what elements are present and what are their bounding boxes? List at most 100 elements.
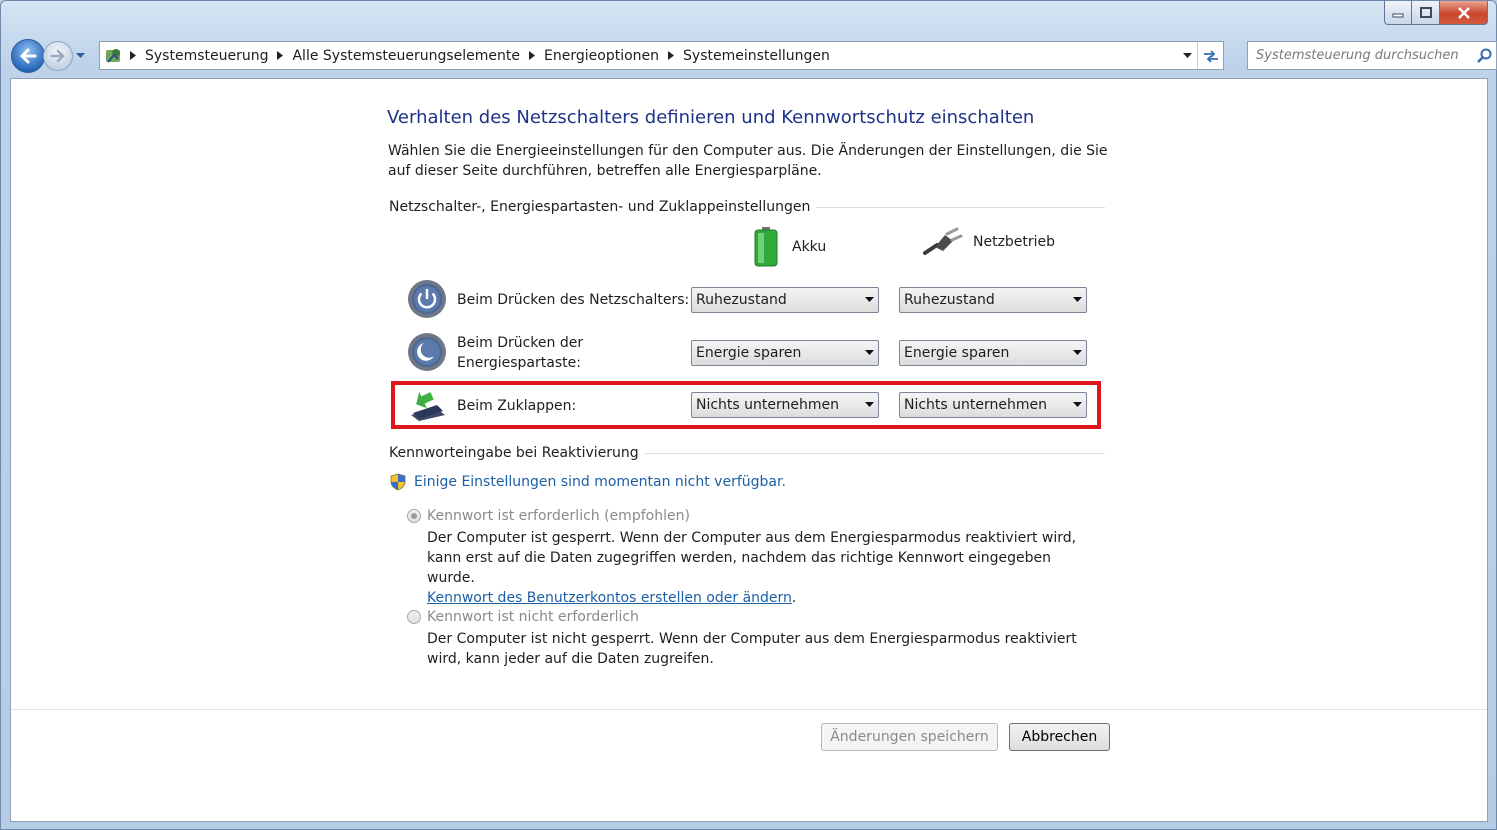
- chevron-right-icon: [277, 51, 284, 60]
- select-arrow: [860, 402, 878, 408]
- radio-selected-dot: [411, 513, 417, 519]
- address-bar[interactable]: Systemsteuerung Alle Systemsteuerungsele…: [99, 41, 1224, 70]
- lid-close-label: Beim Zuklappen:: [457, 398, 577, 414]
- back-button[interactable]: [11, 39, 45, 73]
- select-value: Energie sparen: [904, 345, 1010, 361]
- column-header-ac: Netzbetrieb: [923, 227, 1055, 257]
- chevron-right-icon: [529, 51, 536, 60]
- breadcrumb-alle-elemente[interactable]: Alle Systemsteuerungselemente: [289, 48, 523, 64]
- chevron-down-icon: [864, 402, 874, 407]
- breadcrumb-separator[interactable]: [124, 51, 142, 60]
- chevron-down-icon: [1182, 52, 1192, 58]
- select-arrow: [1068, 297, 1086, 303]
- recent-pages-dropdown[interactable]: [73, 53, 87, 59]
- battery-icon: [754, 227, 778, 267]
- section-divider: [644, 452, 1105, 454]
- select-arrow: [1068, 402, 1086, 408]
- unavailable-settings-text[interactable]: Einige Einstellungen sind momentan nicht…: [414, 474, 786, 490]
- section-heading-password: Kennworteingabe bei Reaktivierung: [389, 445, 1105, 461]
- power-button-icon: [408, 280, 446, 318]
- uac-shield-icon: [390, 473, 406, 491]
- chevron-down-icon: [864, 350, 874, 355]
- search-icon: [1477, 48, 1492, 63]
- section-heading-text: Netzschalter-, Energiespartasten- und Zu…: [389, 199, 811, 215]
- column-battery-label: Akku: [792, 239, 827, 255]
- chevron-down-icon: [864, 297, 874, 302]
- breadcrumb-energieoptionen[interactable]: Energieoptionen: [541, 48, 662, 64]
- password-not-required-option[interactable]: Kennwort ist nicht erforderlich: [407, 609, 639, 625]
- lid-close-battery-select[interactable]: Nichts unternehmen: [691, 392, 879, 418]
- section-heading-buttons: Netzschalter-, Energiespartasten- und Zu…: [389, 199, 1105, 215]
- section-heading-text: Kennworteingabe bei Reaktivierung: [389, 445, 639, 461]
- maximize-button[interactable]: [1412, 1, 1440, 25]
- chevron-down-icon: [1072, 297, 1082, 302]
- password-required-description: Der Computer ist gesperrt. Wenn der Comp…: [427, 528, 1087, 608]
- column-header-battery: Akku: [752, 227, 826, 267]
- power-button-ac-select[interactable]: Ruhezustand: [899, 287, 1087, 313]
- page-title: Verhalten des Netzschalters definieren u…: [387, 107, 1035, 128]
- maximize-icon: [1419, 7, 1432, 18]
- cancel-button[interactable]: Abbrechen: [1009, 723, 1110, 751]
- section-divider: [816, 206, 1105, 208]
- search-button[interactable]: [1472, 48, 1496, 64]
- close-button[interactable]: [1440, 1, 1488, 25]
- password-not-required-label: Kennwort ist nicht erforderlich: [427, 609, 639, 625]
- link-period: .: [791, 590, 797, 606]
- minimize-icon: [1392, 13, 1404, 17]
- account-password-link[interactable]: Kennwort des Benutzerkontos erstellen od…: [427, 590, 792, 606]
- sleep-button-ac-select[interactable]: Energie sparen: [899, 340, 1087, 366]
- select-value: Energie sparen: [696, 345, 802, 361]
- footer-divider: [11, 709, 1487, 710]
- select-arrow: [1068, 350, 1086, 356]
- lid-close-ac-select[interactable]: Nichts unternehmen: [899, 392, 1087, 418]
- breadcrumb-systemsteuerung[interactable]: Systemsteuerung: [142, 48, 271, 64]
- sleep-button-label-line2: Energiespartaste:: [457, 355, 581, 371]
- content-pane: Verhalten des Netzschalters definieren u…: [10, 78, 1488, 822]
- password-required-desc-text: Der Computer ist gesperrt. Wenn der Comp…: [427, 530, 1077, 586]
- page-intro: Wählen Sie die Energieeinstellungen für …: [388, 143, 1108, 179]
- password-required-radio[interactable]: [407, 509, 421, 523]
- address-history-dropdown[interactable]: [1177, 42, 1197, 69]
- lid-close-icon: [411, 391, 445, 421]
- arrow-right-icon: [50, 49, 65, 63]
- power-button-label: Beim Drücken des Netzschalters:: [457, 292, 690, 308]
- sleep-button-battery-select[interactable]: Energie sparen: [691, 340, 879, 366]
- chevron-right-icon: [668, 51, 675, 60]
- breadcrumb-systemeinstellungen[interactable]: Systemeinstellungen: [680, 48, 833, 64]
- unavailable-settings-link[interactable]: Einige Einstellungen sind momentan nicht…: [389, 473, 786, 491]
- select-value: Ruhezustand: [904, 292, 995, 308]
- chevron-right-icon: [130, 51, 136, 60]
- select-value: Nichts unternehmen: [696, 397, 840, 413]
- select-value: Ruhezustand: [696, 292, 787, 308]
- chevron-down-icon: [1072, 402, 1082, 407]
- sleep-button-label-line1: Beim Drücken der: [457, 335, 584, 351]
- breadcrumb-separator[interactable]: [523, 51, 541, 60]
- select-arrow: [860, 350, 878, 356]
- sleep-button-label: Beim Drücken der Energiespartaste:: [457, 333, 583, 373]
- close-icon: [1457, 6, 1470, 19]
- forward-button[interactable]: [43, 41, 73, 71]
- refresh-button[interactable]: [1197, 42, 1223, 69]
- select-value: Nichts unternehmen: [904, 397, 1048, 413]
- password-not-required-description: Der Computer ist nicht gesperrt. Wenn de…: [427, 631, 1077, 667]
- breadcrumb-separator[interactable]: [271, 51, 289, 60]
- save-changes-button[interactable]: Änderungen speichern: [821, 723, 998, 751]
- chevron-down-icon: [1072, 350, 1082, 355]
- minimize-button[interactable]: [1384, 1, 1412, 25]
- password-required-option[interactable]: Kennwort ist erforderlich (empfohlen): [407, 508, 690, 524]
- password-not-required-radio[interactable]: [407, 610, 421, 624]
- search-placeholder: Systemsteuerung durchsuchen: [1256, 48, 1459, 63]
- caption-buttons: [1384, 1, 1488, 25]
- arrow-left-icon: [19, 48, 37, 64]
- refresh-icon: [1203, 49, 1218, 63]
- password-required-label: Kennwort ist erforderlich (empfohlen): [427, 508, 690, 524]
- power-button-battery-select[interactable]: Ruhezustand: [691, 287, 879, 313]
- explorer-window: Systemsteuerung Alle Systemsteuerungsele…: [0, 0, 1497, 830]
- column-ac-label: Netzbetrieb: [973, 234, 1056, 250]
- breadcrumb-separator[interactable]: [662, 51, 680, 60]
- select-arrow: [860, 297, 878, 303]
- control-panel-icon: [106, 48, 120, 63]
- chevron-down-icon: [75, 53, 85, 58]
- search-input[interactable]: Systemsteuerung durchsuchen: [1247, 41, 1497, 70]
- navigation-toolbar: Systemsteuerung Alle Systemsteuerungsele…: [11, 37, 1497, 75]
